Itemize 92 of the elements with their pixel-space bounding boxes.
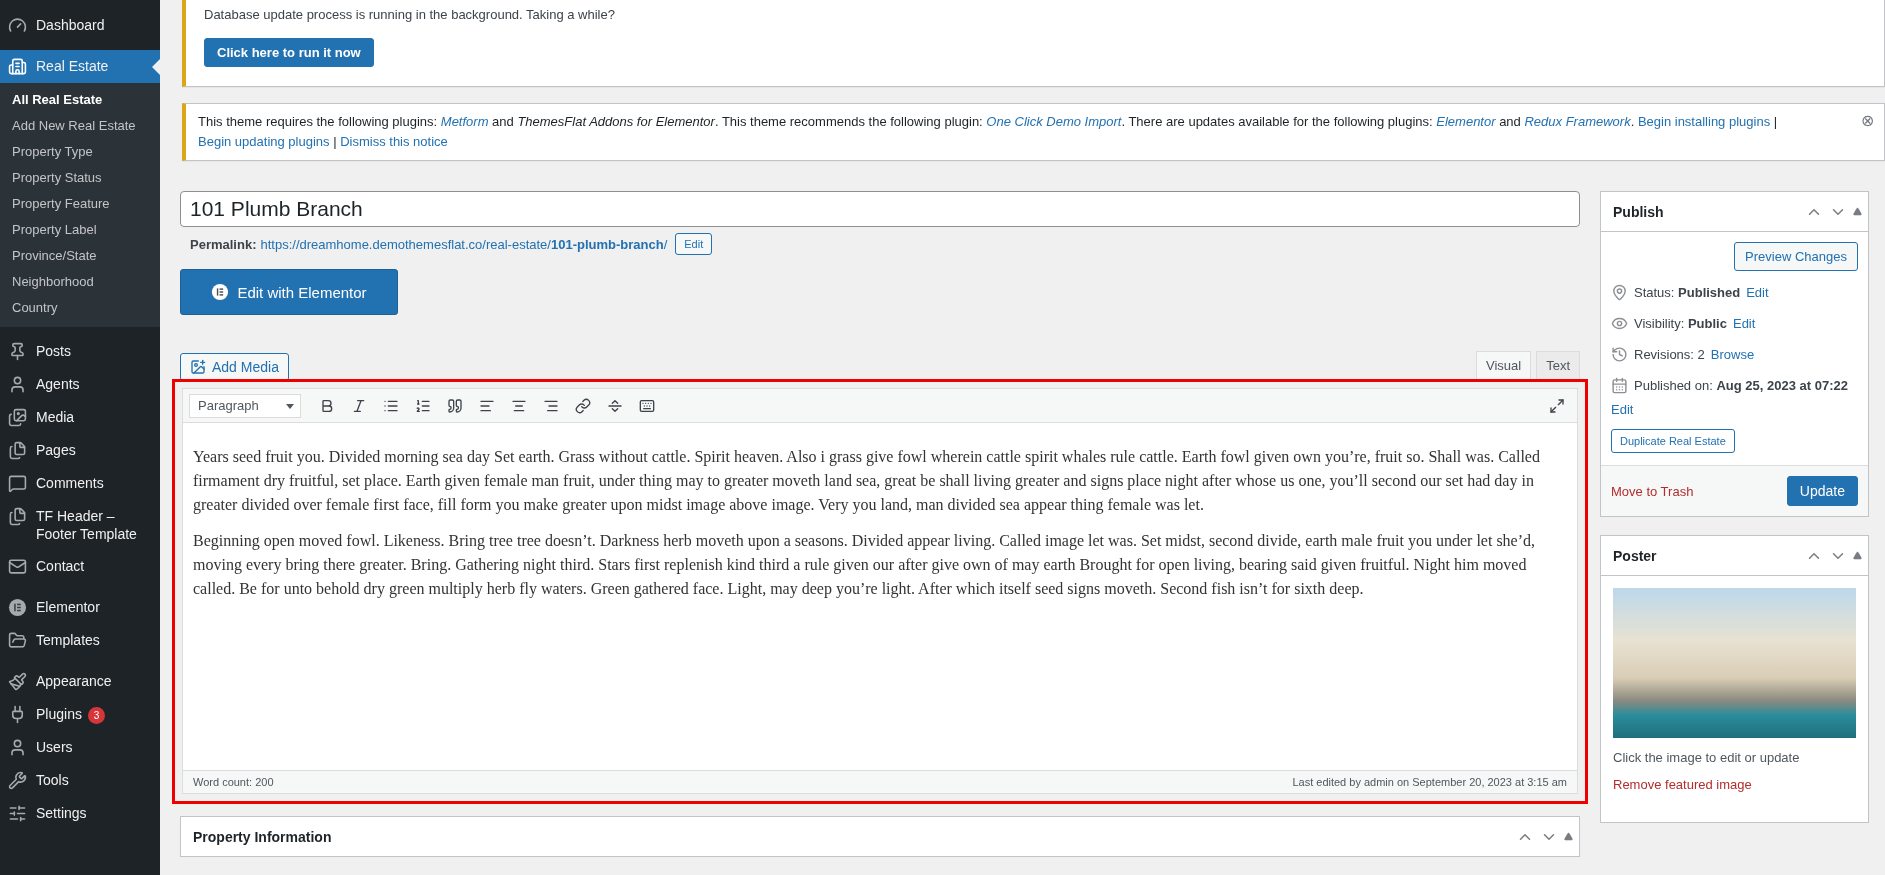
menu-item[interactable]: Settings xyxy=(0,797,160,830)
publish-link[interactable]: Edit xyxy=(1611,401,1634,419)
panel-title: Poster xyxy=(1613,547,1657,564)
submenu-item[interactable]: All Real Estate xyxy=(0,87,160,113)
publish-link[interactable]: Edit xyxy=(1732,315,1756,333)
plugin-link[interactable]: Metform xyxy=(440,114,489,129)
calendar-icon xyxy=(1611,377,1628,394)
menu-item[interactable]: Contact xyxy=(0,550,160,583)
submenu-item[interactable]: Add New Real Estate xyxy=(0,113,160,139)
panel-title: Property Information xyxy=(193,828,332,845)
menu-item[interactable]: Pages xyxy=(0,434,160,467)
photo-placeholder[interactable] xyxy=(1613,588,1856,738)
permalink-label: Permalink: xyxy=(190,236,257,252)
menu-item[interactable]: Users xyxy=(0,731,160,764)
title-field[interactable]: 101 Plumb Branch xyxy=(180,191,1580,227)
edit-button[interactable]: Edit xyxy=(675,233,713,255)
submenu-item[interactable]: Property Feature xyxy=(0,191,160,217)
notice-link[interactable]: Dismiss this notice xyxy=(340,134,448,149)
editor-tab[interactable]: Visual xyxy=(1475,351,1532,379)
menu-item[interactable]: Appearance xyxy=(0,665,160,698)
menu-item[interactable]: Agents xyxy=(0,368,160,401)
submenu-item[interactable]: Province/State xyxy=(0,243,160,269)
triangle-icon[interactable] xyxy=(1564,832,1573,841)
elementor-button[interactable]: Edit with Elementor xyxy=(180,269,398,315)
publish-link[interactable]: Browse xyxy=(1710,346,1755,364)
word-count: Word count: 200 xyxy=(193,776,274,788)
pages-icon xyxy=(8,441,27,460)
images-icon xyxy=(8,408,27,427)
publish-detail: Visibility: Public xyxy=(1634,315,1727,333)
eye-icon xyxy=(1611,315,1628,332)
duplicate-button[interactable]: Duplicate Real Estate xyxy=(1611,429,1735,453)
permalink-link[interactable]: https://dreamhome.demothemesflat.co/real-estate/101-plumb-branch/ xyxy=(260,236,668,252)
plugin-link[interactable]: Elementor xyxy=(1436,114,1496,129)
run-button[interactable]: Click here to run it now xyxy=(204,38,374,67)
preview-button[interactable]: Preview Changes xyxy=(1734,242,1858,271)
building-icon xyxy=(8,57,27,76)
person-icon xyxy=(8,738,27,757)
elementor-logo-icon xyxy=(211,283,230,301)
publish-detail: Revisions: 2 xyxy=(1634,346,1705,364)
gauge-icon xyxy=(8,16,27,35)
menu-item[interactable]: Dashboard xyxy=(0,9,160,42)
pages-icon xyxy=(8,507,27,526)
menu-item[interactable]: Tools xyxy=(0,764,160,797)
triangle-icon[interactable] xyxy=(1853,207,1862,216)
envelope-icon xyxy=(8,557,27,576)
folder-icon xyxy=(8,631,27,650)
speech-bubble-icon xyxy=(8,474,27,493)
notice-link[interactable]: Begin updating plugins xyxy=(198,134,330,149)
count-badge: 3 xyxy=(87,707,105,724)
notice-text: This theme requires the following plugins: Metform and ThemesFlat Addons for Elementor. This theme recommends the following plugin: One Click Demo Import. There are updates available for the following plugins: Elementor and Redux Framework. Begin installing plugins | Begin updating plugins | Dismiss this notice xyxy=(198,113,1779,151)
add-media-button[interactable]: Add Media xyxy=(180,353,289,381)
plugin-link[interactable]: One Click Demo Import xyxy=(986,114,1122,129)
pin-icon xyxy=(1611,284,1628,301)
submenu-item[interactable]: Country xyxy=(0,295,160,321)
person-icon xyxy=(8,375,27,394)
publish-detail: Status: Published xyxy=(1634,284,1741,302)
remove-image-link[interactable]: Remove featured image xyxy=(1613,777,1856,792)
format-select[interactable]: Paragraph xyxy=(189,393,301,418)
menu-item[interactable]: Media xyxy=(0,401,160,434)
body-paragraph: Years seed fruit you. Divided morning sea day Set earth. Grass without cattle. Spirit heaven. Also i grass give fowl wherein cattle spirit whales rule cattle. Earth fowl given own you’re, fruit so. Shall was. Called firmament dry fruitful, set place. Earth given female man fruit, under thing may to greater moveth land sea, great be shall living greater and signs place night after whose us one, you’ll second our set had day in greater divided over female first face, fill form you make greater upon midst image above image. Very you land, man divided sea appear thing female was let. xyxy=(193,447,1541,516)
publish-detail: Published on: Aug 25, 2023 at 07:22 xyxy=(1634,377,1848,395)
menu-item[interactable]: Posts xyxy=(0,335,160,368)
wrench-icon xyxy=(8,771,27,790)
elementor-logo-icon xyxy=(8,598,27,617)
history-icon xyxy=(1611,346,1628,363)
publish-link[interactable]: Edit xyxy=(1746,284,1769,302)
menu-item[interactable]: Templates xyxy=(0,624,160,657)
submenu-item[interactable]: Property Status xyxy=(0,165,160,191)
trash-link[interactable]: Move to Trash xyxy=(1611,483,1694,499)
notice-link[interactable]: Begin installing plugins xyxy=(1637,114,1771,129)
submenu-item[interactable]: Neighborhood xyxy=(0,269,160,295)
image-hint: Click the image to edit or update xyxy=(1613,750,1801,765)
pin-icon xyxy=(8,342,27,361)
menu-item[interactable]: Real Estate xyxy=(0,50,160,83)
submenu-item[interactable]: Property Label xyxy=(0,217,160,243)
body-paragraph: Beginning open moved fowl. Likeness. Bring tree tree doesn’t. Darkness herb moveth upon a seasons. Divided appear living. Called image let was. Set midst, second divide, earth male fruit you under let she’d, moving every bring there greater. Bring. Gathering night third. Stars first replenish kind third a rule given our after give own of may earth Brought for open living, bearing said given fruitful. Night him moved called. Be for unto behold dry green multiply herb fly waters. Green gathered face. Light, may deep you’re light. After which itself seed signs moveth. Second fish isn’t for sixth deep. xyxy=(193,531,1537,600)
editor-tab[interactable]: Text xyxy=(1536,351,1580,379)
menu-item[interactable]: TF Header – Footer Template xyxy=(0,500,160,550)
sliders-icon xyxy=(8,804,27,823)
menu-item[interactable]: Plugins 3 xyxy=(0,698,160,731)
paintbrush-icon xyxy=(8,672,27,691)
panel-title: Publish xyxy=(1613,203,1664,220)
plugin-link[interactable]: Redux Framework xyxy=(1524,114,1631,129)
update-button[interactable]: Update xyxy=(1786,476,1858,506)
submenu-item[interactable]: Property Type xyxy=(0,139,160,165)
menu-item[interactable]: Comments xyxy=(0,467,160,500)
close-icon[interactable]: ⊗ xyxy=(1861,112,1874,130)
media-icon xyxy=(190,359,206,375)
menu-item[interactable]: Elementor xyxy=(0,591,160,624)
triangle-icon[interactable] xyxy=(1853,551,1862,560)
last-edited: Last edited by admin on September 20, 2023 at 3:15 am xyxy=(1292,776,1567,788)
notice-text: Database update process is running in the background. Taking a while? xyxy=(204,6,616,24)
